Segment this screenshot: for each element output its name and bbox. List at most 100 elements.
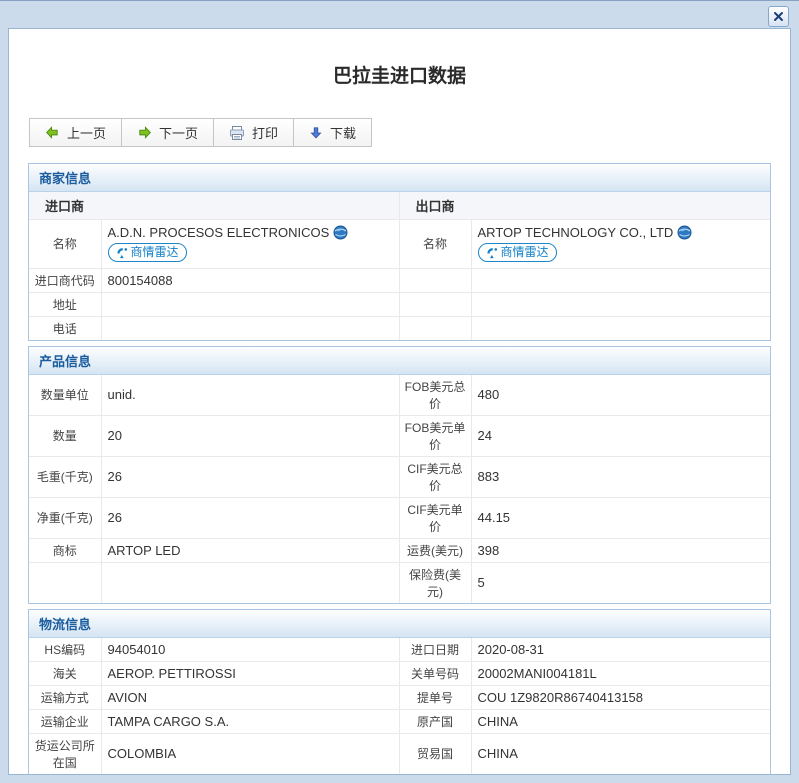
row-label: 运费(美元): [399, 538, 471, 562]
section-product-title: 产品信息: [29, 347, 770, 375]
print-button[interactable]: 打印: [213, 118, 294, 147]
row-value: AVION: [101, 685, 399, 709]
row-value: 20002MANI004181L: [471, 661, 770, 685]
row-label: 数量单位: [29, 375, 101, 416]
row-value: 2020-08-31: [471, 638, 770, 662]
row-value: unid.: [101, 375, 399, 416]
row-label: 运输企业: [29, 709, 101, 733]
row-value: [101, 292, 399, 316]
radar-label: 商情雷达: [131, 243, 179, 262]
table-row: 电话: [29, 316, 770, 340]
row-label: 毛重(千克): [29, 456, 101, 497]
exporter-name: ARTOP TECHNOLOGY CO., LTD: [478, 225, 674, 240]
row-label: 数量: [29, 415, 101, 456]
row-label: [399, 292, 471, 316]
row-value: AEROP. PETTIROSSI: [101, 661, 399, 685]
table-row: 地址: [29, 292, 770, 316]
table-row: 进口商代码 800154088: [29, 268, 770, 292]
row-value: 883: [471, 456, 770, 497]
row-label: 电话: [29, 316, 101, 340]
product-table: 数量单位 unid. FOB美元总价 480 数量 20 FOB美元单价 24 …: [29, 375, 770, 603]
download-label: 下载: [330, 123, 356, 142]
row-value: 800154088: [101, 268, 399, 292]
row-label: 进口商代码: [29, 268, 101, 292]
row-label: 名称: [29, 220, 101, 269]
row-value: COU 1Z9820R86740413158: [471, 685, 770, 709]
row-label: 净重(千克): [29, 497, 101, 538]
row-value: 20: [101, 415, 399, 456]
importer-name: A.D.N. PROCESOS ELECTRONICOS: [108, 225, 330, 240]
next-page-label: 下一页: [159, 123, 198, 142]
row-label: 原产国: [399, 709, 471, 733]
row-value: 26: [101, 497, 399, 538]
radar-button[interactable]: 商情雷达: [108, 243, 187, 262]
row-value: 26: [101, 456, 399, 497]
table-row: 净重(千克) 26 CIF美元单价 44.15: [29, 497, 770, 538]
row-label: CIF美元单价: [399, 497, 471, 538]
row-value: CHINA: [471, 733, 770, 774]
arrow-left-icon: [45, 125, 60, 140]
row-label: [399, 268, 471, 292]
prev-page-button[interactable]: 上一页: [29, 118, 122, 147]
radar-icon: [486, 247, 498, 259]
row-value: [101, 316, 399, 340]
toolbar: 上一页 下一页 打印: [30, 118, 372, 147]
row-label: FOB美元总价: [399, 375, 471, 416]
radar-icon: [116, 247, 128, 259]
arrow-right-icon: [137, 125, 152, 140]
row-value: COLOMBIA: [101, 733, 399, 774]
radar-button[interactable]: 商情雷达: [478, 243, 557, 262]
print-label: 打印: [252, 123, 278, 142]
next-page-button[interactable]: 下一页: [121, 118, 214, 147]
table-row: 数量单位 unid. FOB美元总价 480: [29, 375, 770, 416]
exporter-name-cell: ARTOP TECHNOLOGY CO., LTD 商情雷达: [471, 220, 770, 269]
table-row: 名称 A.D.N. PROCESOS ELECTRONICOS 商情雷达 名称 …: [29, 220, 770, 269]
row-label: 运输方式: [29, 685, 101, 709]
table-row: 运输方式 AVION 提单号 COU 1Z9820R86740413158: [29, 685, 770, 709]
table-row: HS编码 94054010 进口日期 2020-08-31: [29, 638, 770, 662]
section-merchant-title: 商家信息: [29, 164, 770, 192]
arrow-down-icon: [309, 126, 323, 140]
row-label: HS编码: [29, 638, 101, 662]
radar-label: 商情雷达: [501, 243, 549, 262]
row-label: 商标: [29, 538, 101, 562]
table-row: 货运公司所在国 COLOMBIA 贸易国 CHINA: [29, 733, 770, 774]
row-label: [399, 316, 471, 340]
row-label: FOB美元单价: [399, 415, 471, 456]
row-label: 贸易国: [399, 733, 471, 774]
page-title: 巴拉圭进口数据: [28, 61, 771, 88]
globe-icon[interactable]: [677, 225, 692, 240]
logistics-table: HS编码 94054010 进口日期 2020-08-31 海关 AEROP. …: [29, 638, 770, 774]
row-label: 海关: [29, 661, 101, 685]
row-value: TAMPA CARGO S.A.: [101, 709, 399, 733]
row-value: 44.15: [471, 497, 770, 538]
row-label: 地址: [29, 292, 101, 316]
row-label: 关单号码: [399, 661, 471, 685]
table-row: 数量 20 FOB美元单价 24: [29, 415, 770, 456]
row-value: 94054010: [101, 638, 399, 662]
row-label: 进口日期: [399, 638, 471, 662]
row-value: 24: [471, 415, 770, 456]
table-row: 海关 AEROP. PETTIROSSI 关单号码 20002MANI00418…: [29, 661, 770, 685]
importer-header: 进口商: [29, 192, 399, 220]
importer-name-cell: A.D.N. PROCESOS ELECTRONICOS 商情雷达: [101, 220, 399, 269]
close-icon: [773, 11, 784, 22]
row-value: 480: [471, 375, 770, 416]
table-row: 进口商 出口商: [29, 192, 770, 220]
close-button[interactable]: [768, 6, 789, 27]
dialog-panel: 巴拉圭进口数据 上一页 下一页: [8, 28, 791, 775]
row-label: 名称: [399, 220, 471, 269]
row-label: 提单号: [399, 685, 471, 709]
row-value: [471, 292, 770, 316]
table-row: 运输企业 TAMPA CARGO S.A. 原产国 CHINA: [29, 709, 770, 733]
globe-icon[interactable]: [333, 225, 348, 240]
download-button[interactable]: 下载: [293, 118, 372, 147]
row-value: 398: [471, 538, 770, 562]
section-product: 产品信息 数量单位 unid. FOB美元总价 480 数量 20 FOB美元单…: [28, 346, 771, 604]
dialog-window: 巴拉圭进口数据 上一页 下一页: [0, 0, 799, 783]
prev-page-label: 上一页: [67, 123, 106, 142]
row-label: 货运公司所在国: [29, 733, 101, 774]
printer-icon: [229, 125, 245, 141]
table-row: 商标 ARTOP LED 运费(美元) 398: [29, 538, 770, 562]
section-merchant: 商家信息 进口商 出口商 名称 A.D.N. PROCESOS ELECTRON…: [28, 163, 771, 341]
